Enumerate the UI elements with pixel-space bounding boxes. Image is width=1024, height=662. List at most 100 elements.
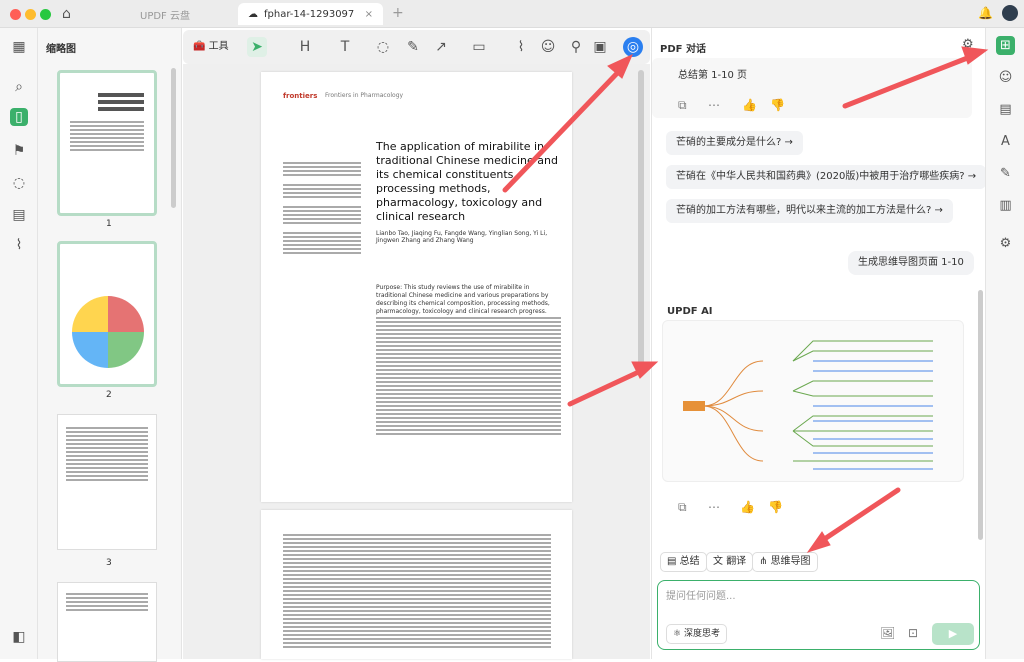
thumbnail-figure (72, 296, 144, 368)
thumbs-up-icon-2[interactable]: 👍 (740, 500, 755, 514)
deep-think-label: 深度思考 (683, 629, 720, 639)
thumbnail-label-1: 1 (106, 219, 112, 229)
paper-authors: Lianbo Tao, Jiaqing Fu, Fangde Wang, Yin… (376, 230, 548, 244)
book-icon[interactable]: ▥ (996, 196, 1015, 215)
thumbnail-page-3[interactable] (57, 414, 157, 550)
body-text (376, 317, 561, 437)
edit-doc-icon[interactable]: ✎ (996, 164, 1015, 183)
thumbs-down-icon-2[interactable]: 👎 (768, 500, 783, 514)
summarize-label: 总结 (679, 556, 700, 567)
heading-tool-icon[interactable]: H (295, 37, 315, 57)
ai-face-icon[interactable]: ☺ (996, 68, 1015, 87)
ai-label: UPDF AI (667, 306, 713, 317)
deep-think-button[interactable]: ⚛ 深度思考 (666, 624, 727, 644)
mindmap-label: 思维导图 (770, 556, 811, 567)
page-2-text (283, 534, 551, 650)
thumbs-down-icon[interactable]: 👎 (770, 98, 785, 112)
new-tab-icon[interactable]: + (392, 5, 404, 21)
puzzle-icon[interactable]: ⚙ (962, 37, 974, 52)
translate-button[interactable]: 文 翻译 (706, 552, 754, 572)
more-icon-2[interactable]: ⋯ (708, 500, 720, 514)
tab-document-label: fphar-14-1293097 (264, 8, 355, 20)
toolbox-icon: 🧰 (193, 41, 209, 52)
tab-document[interactable]: ☁ fphar-14-1293097 × (238, 3, 383, 25)
home-icon[interactable]: ⌂ (62, 6, 71, 22)
note-icon[interactable]: ▤ (996, 100, 1015, 119)
mindmap-button[interactable]: ⋔ 思维导图 (752, 552, 818, 572)
pdf-page-2 (261, 510, 572, 659)
tools-button[interactable]: 🧰 工具 (193, 37, 229, 57)
chat-scrollbar[interactable] (978, 290, 983, 540)
chat-input-placeholder[interactable]: 提问任何问题... (666, 587, 736, 602)
bookmark-icon[interactable]: ⚑ (10, 142, 28, 160)
send-button[interactable]: ▶ (932, 623, 974, 645)
thumbnail-label-2: 2 (106, 390, 112, 400)
close-window-button[interactable] (10, 9, 21, 20)
user-message: 生成思维导图页面 1-10 (848, 251, 974, 275)
sticker-tool-icon[interactable]: ☺ (538, 37, 558, 57)
attachment-icon[interactable]: ⌇ (10, 236, 28, 254)
thumbnail-page-1[interactable] (57, 70, 157, 216)
suggestion-2[interactable]: 芒硝在《中华人民共和国药典》(2020版)中被用于治疗哪些疾病? → (666, 165, 987, 189)
avatar[interactable] (1002, 5, 1018, 21)
chat-title: PDF 对话 (660, 44, 706, 55)
left-sidebar: ▦ ⌕ ▯ ⚑ ◌ ▤ ⌇ ◧ (0, 28, 38, 659)
copy-icon[interactable]: ⧉ (678, 98, 687, 113)
text-tool-icon[interactable]: T (335, 37, 355, 57)
thumbnail-label-3: 3 (106, 558, 112, 568)
form-icon[interactable]: ▤ (10, 206, 28, 224)
comment-tool-icon[interactable]: ◌ (373, 37, 393, 57)
settings-icon[interactable]: ⚙ (996, 234, 1015, 253)
pen-tool-icon[interactable]: ✎ (403, 37, 423, 57)
thumbs-up-icon[interactable]: 👍 (742, 98, 757, 112)
translate-icon: 文 (713, 556, 727, 567)
sidebar-metadata (283, 162, 361, 256)
summary-card: 总结第 1-10 页 ⧉ ⋯ 👍 👎 (652, 58, 972, 118)
layers-icon[interactable]: ◧ (10, 628, 28, 646)
thumbnail-page-4[interactable] (57, 582, 157, 662)
journal-name: Frontiers in Pharmacology (325, 92, 404, 99)
journal-logo: frontiers (283, 92, 318, 100)
search-icon[interactable]: ⌕ (10, 78, 28, 96)
comment-icon[interactable]: ◌ (10, 174, 28, 192)
ai-assistant-icon[interactable]: ◎ (623, 37, 643, 57)
summary-label: 总结第 1-10 页 (678, 70, 748, 81)
zoom-window-button[interactable] (40, 9, 51, 20)
tab-cloud[interactable]: UPDF 云盘 (140, 3, 190, 25)
more-icon[interactable]: ⋯ (708, 98, 720, 112)
mindmap-image[interactable] (662, 320, 964, 482)
stamp-tool-icon[interactable]: ⚲ (566, 37, 586, 57)
suggestion-2-text: 芒硝在《中华人民共和国药典》(2020版)中被用于治疗哪些疾病? (676, 171, 965, 182)
attach-tool-icon[interactable]: ⌇ (511, 37, 531, 57)
chat-book-icon[interactable]: ⊞ (996, 36, 1015, 55)
minimize-window-button[interactable] (25, 9, 36, 20)
thumbnail-page-2[interactable] (57, 241, 157, 387)
image-upload-icon[interactable]: 🖼 (880, 626, 895, 640)
translate-doc-icon[interactable]: A (996, 132, 1015, 151)
grid-icon[interactable]: ▦ (10, 38, 28, 56)
summarize-icon: ▤ (667, 556, 680, 567)
suggestion-1-text: 芒硝的主要成分是什么? (676, 137, 782, 148)
shape-tool-icon[interactable]: ▭ (469, 37, 489, 57)
thumbnail-scrollbar[interactable] (171, 68, 176, 208)
suggestion-3[interactable]: 芒硝的加工方法有哪些，明代以来主流的加工方法是什么? → (666, 199, 953, 223)
paper-title: The application of mirabilite in traditi… (376, 140, 558, 223)
paper-abstract: Purpose: This study reviews the use of m… (376, 284, 550, 315)
tools-label: 工具 (208, 41, 229, 52)
chat-input-box[interactable]: 提问任何问题... ⚛ 深度思考 🖼 ⊡ ▶ (657, 580, 980, 650)
document-viewer: frontiers Frontiers in Pharmacology The … (183, 64, 650, 659)
pdf-page-1: frontiers Frontiers in Pharmacology The … (261, 72, 572, 502)
suggestion-1[interactable]: 芒硝的主要成分是什么? → (666, 131, 803, 155)
summarize-button[interactable]: ▤ 总结 (660, 552, 707, 572)
edit-toolbar: 🧰 工具 ➤ H T ◌ ✎ ↗ ▭ ⌇ ☺ ⚲ ▣ ◎ (183, 30, 650, 64)
copy-icon-2[interactable]: ⧉ (678, 500, 687, 515)
bell-icon[interactable]: 🔔 (978, 6, 993, 20)
screenshot-icon[interactable]: ⊡ (908, 626, 918, 640)
select-tool-icon[interactable]: ➤ (247, 37, 267, 57)
thumbnails-icon[interactable]: ▯ (10, 108, 28, 126)
title-bar: ⌂ UPDF 云盘 ☁ fphar-14-1293097 × + 🔔 (0, 0, 1024, 28)
close-tab-icon[interactable]: × (365, 9, 373, 20)
save-icon[interactable]: ▣ (590, 37, 610, 57)
document-scrollbar[interactable] (638, 70, 644, 370)
line-tool-icon[interactable]: ↗ (431, 37, 451, 57)
